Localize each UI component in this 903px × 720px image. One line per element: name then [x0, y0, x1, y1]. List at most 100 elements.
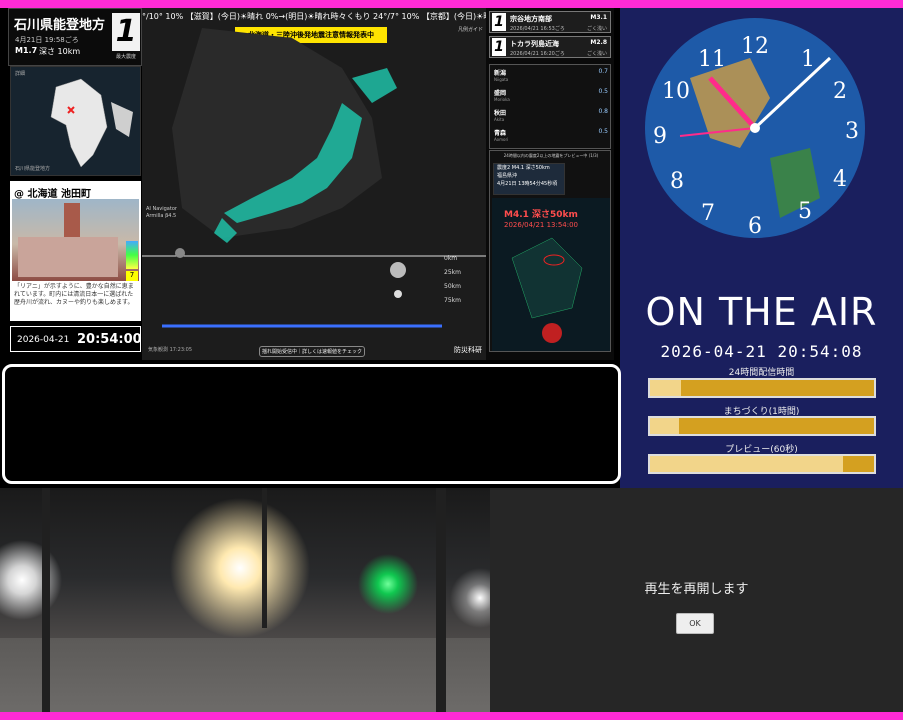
progress-bar [648, 378, 876, 398]
svg-text:8: 8 [670, 169, 684, 194]
recent-quakes-panel: 1 宗谷地方南部 2026/04/21 16:53ごろ M3.1 ごく浅い 1 … [486, 8, 614, 360]
sensor-monitor: 新潟 Niigata 0.7 盛岡 Morioka 0.5 秋田 Akita 0… [489, 64, 611, 149]
quake-depth: 深さ 10km [39, 47, 81, 56]
local-date: 2026-04-21 [17, 335, 70, 345]
top-accent-bar [0, 0, 903, 8]
local-clock: 2026-04-21 20:54:00 [10, 326, 142, 352]
svg-text:4: 4 [833, 167, 847, 192]
intensity-badge: 1 [112, 13, 140, 51]
caption-area [2, 364, 621, 484]
recent-quake-depth: ごく浅い [586, 26, 607, 32]
sensor-row: 秋田 Akita 0.8 [494, 107, 608, 126]
map-footer: 気象観測 17:23:05 [148, 347, 193, 353]
recent-quake-mag: M2.8 [590, 39, 607, 46]
sensor-name: 青森 [494, 130, 507, 137]
preview-header: 24時間以内の震度2以上の地震をプレビュー中 (1/3) [503, 153, 599, 158]
svg-text:5: 5 [798, 199, 812, 224]
onair-panel: 12 1 2 3 4 5 6 7 8 9 10 11 ON THE AIR 20… [620, 8, 903, 488]
svg-text:11: 11 [698, 47, 726, 72]
svg-text:9: 9 [653, 124, 667, 149]
preview-info-line: 震度2 M4.1 深さ50km [497, 165, 550, 171]
minimap-caption: 石川県能登地方 [15, 166, 51, 172]
distance-label: 25km [444, 269, 461, 276]
recent-quake-region: トカラ列島近海 [510, 40, 559, 48]
panel-datetime: 2026-04-21 20:54:08 [660, 342, 863, 361]
recent-quake-intensity: 1 [492, 38, 506, 56]
utility-pole [436, 488, 446, 712]
utility-pole [262, 488, 267, 628]
progress-bar [648, 416, 876, 436]
on-air-title: ON THE AIR [645, 290, 878, 334]
building-shape [18, 237, 118, 277]
svg-text:7: 7 [701, 201, 715, 226]
intensity-label: 最大震度 [115, 54, 136, 60]
svg-text:6: 6 [748, 214, 762, 239]
svg-text:3: 3 [845, 119, 859, 144]
recent-quake-item[interactable]: 1 トカラ列島近海 2026/04/21 16:20ごろ M2.8 ごく浅い [489, 36, 611, 58]
preview-epicenter-icon [542, 323, 562, 343]
sensor-value: 0.5 [598, 128, 608, 135]
preview-overlay-time: 2026/04/21 13:54:00 [504, 221, 579, 229]
quake-info-panel: 石川県能登地方 4月21日 19:58ごろ M1.7 深さ 10km 1 最大震… [8, 8, 142, 66]
quake-region: 石川県能登地方 [14, 18, 106, 33]
sensor-row: 盛岡 Morioka 0.5 [494, 87, 608, 106]
ai-label-line-2: Armilla β4.5 [146, 213, 177, 219]
distance-label: 75km [444, 297, 461, 304]
progress-fill [650, 456, 843, 472]
ai-label-line-1: AI Navigator [146, 206, 177, 212]
distance-label: 0km [444, 255, 458, 262]
quake-preview: 24時間以内の震度2以上の地震をプレビュー中 (1/3) 震度2 M4.1 深さ… [489, 150, 611, 352]
sensor-roman: Niigata [494, 77, 509, 82]
preview-info: 震度2 M4.1 深さ50km 福島県沖 4月21日 13時54分45秒頃 [493, 163, 565, 195]
distance-dot [390, 262, 406, 278]
sensor-name: 秋田 [494, 110, 507, 117]
live-camera-card: @ 北海道 池田町 7 「リアニ」が示すように、豊かな自然に恵まれています。町内… [10, 181, 141, 321]
svg-text:10: 10 [662, 79, 690, 104]
distance-scale: 0km 25km 50km 75km [444, 252, 461, 308]
street-road [0, 638, 490, 712]
camera-location: @ 北海道 池田町 [14, 189, 91, 200]
street-camera-feed [0, 488, 490, 712]
preview-info-line: 福島県沖 [497, 173, 518, 179]
minimap-tag: 詳細 [15, 71, 26, 77]
recent-quake-depth: ごく浅い [586, 51, 607, 57]
intensity-scale-value: 7 [126, 271, 138, 281]
quake-magnitude: M1.7 [15, 46, 38, 55]
seismic-map: °/10° 10% 【滋賀】(今日)☀晴れ 0%→(明日)☀晴れ時々くもり 24… [142, 8, 486, 360]
intensity-scale [126, 241, 138, 269]
legend-guide[interactable]: 凡例ガイド [458, 26, 483, 33]
sensor-roman: Akita [494, 117, 505, 122]
recent-quake-time: 2026/04/21 16:20ごろ [510, 51, 565, 57]
recent-quake-region: 宗谷地方南部 [510, 15, 552, 23]
sensor-name: 盛岡 [494, 90, 507, 97]
svg-text:2: 2 [833, 79, 847, 104]
sensor-roman: Morioka [494, 97, 510, 102]
svg-text:12: 12 [741, 34, 769, 59]
svg-text:1: 1 [801, 47, 815, 72]
check-details-button[interactable]: 揺れ開始受信中｜詳しくは速報値をチェック [259, 346, 365, 357]
recent-quake-mag: M3.1 [590, 14, 607, 21]
preview-overlay-mag: M4.1 深さ50km [504, 210, 578, 220]
progress-fill [650, 380, 682, 396]
preview-info-line: 4月21日 13時54分45秒頃 [497, 181, 558, 187]
progress-label: 24時間配信時間 [728, 368, 795, 378]
distance-label: 50km [444, 283, 461, 290]
globe-clock: 12 1 2 3 4 5 6 7 8 9 10 11 [645, 18, 865, 239]
sensor-roman: Aomori [494, 137, 509, 142]
resume-playback-panel: 再生を再開します OK [490, 488, 903, 712]
ok-button[interactable]: OK [676, 613, 714, 634]
japan-map [142, 28, 486, 328]
minimap-shape [50, 78, 133, 168]
recent-quake-intensity: 1 [492, 13, 506, 31]
progress-fill [650, 418, 680, 434]
sensor-value: 0.7 [598, 68, 608, 75]
ai-navigator-label: AI Navigator Armilla β4.5 [146, 206, 177, 220]
recent-quake-item[interactable]: 1 宗谷地方南部 2026/04/21 16:53ごろ M3.1 ごく浅い [489, 11, 611, 33]
quake-time: 4月21日 19:58ごろ [15, 36, 79, 44]
bottom-accent-bar [0, 712, 903, 720]
bosai-brand: 防災科研 [454, 346, 482, 354]
sensor-name: 新潟 [494, 70, 507, 77]
sensor-value: 0.8 [598, 108, 608, 115]
sensor-value: 0.5 [598, 88, 608, 95]
local-time: 20:54:00 [77, 332, 142, 347]
